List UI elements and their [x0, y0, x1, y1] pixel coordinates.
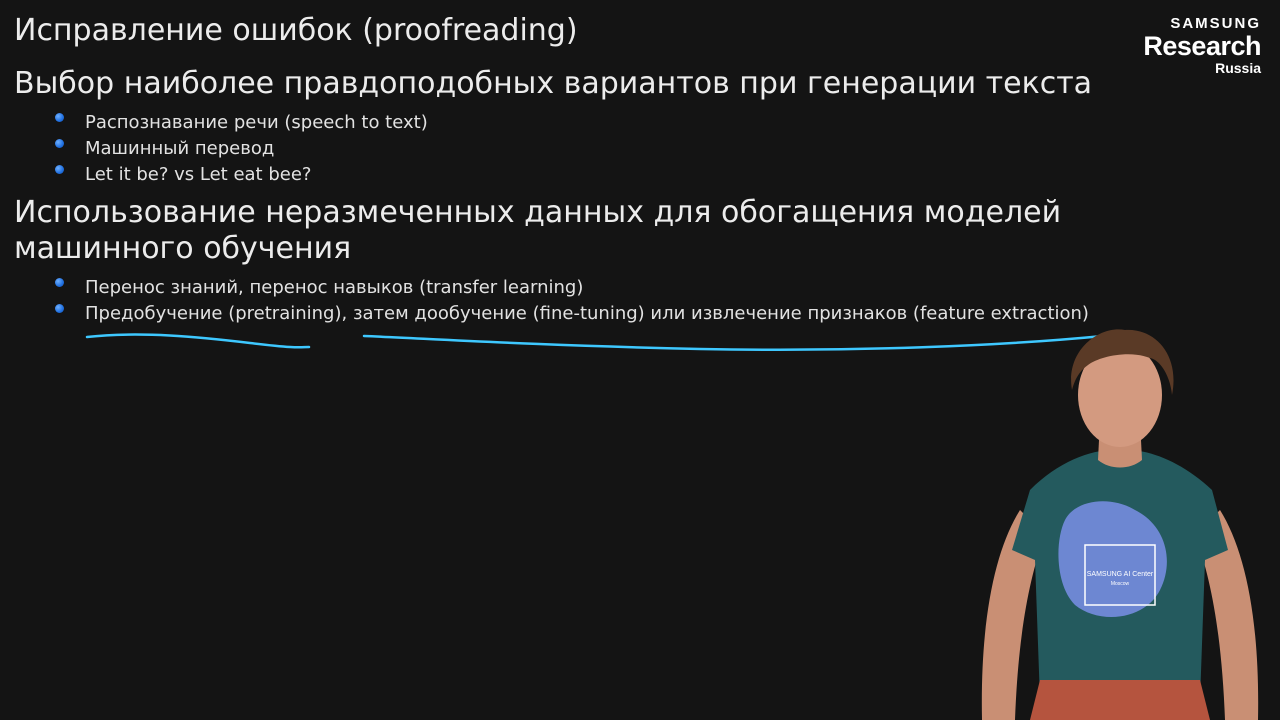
lecture-slide: Исправление ошибок (proofreading) Выбор … — [0, 0, 1280, 720]
samsung-research-logo: SAMSUNG Research Russia — [1143, 15, 1261, 76]
list-item: Let it be? vs Let eat bee? — [54, 162, 428, 188]
shirt-print-text: SAMSUNG AI Center — [1087, 571, 1154, 578]
list-item-text: Предобучение (pretraining), затем дообуч… — [85, 303, 1089, 324]
generation-bullet-list: Распознавание речи (speech to text) Маши… — [54, 110, 428, 188]
bullet-icon — [55, 304, 64, 313]
slide-heading-unlabeled-data: Использование неразмеченных данных для о… — [14, 195, 1062, 266]
presenter-figure: SAMSUNG AI Center Moscow — [981, 329, 1259, 720]
unlabeled-bullet-list: Перенос знаний, перенос навыков (transfe… — [54, 275, 1089, 327]
list-item-text: Распознавание речи (speech to text) — [85, 112, 428, 133]
list-item: Перенос знаний, перенос навыков (transfe… — [54, 275, 1089, 301]
list-item: Предобучение (pretraining), затем дообуч… — [54, 301, 1089, 327]
bullet-icon — [55, 165, 64, 174]
bullet-icon — [55, 278, 64, 287]
shirt-print-subtext: Moscow — [1111, 581, 1130, 587]
logo-sub-text: Russia — [1215, 60, 1261, 76]
list-item-text: Машинный перевод — [85, 138, 275, 159]
bullet-icon — [55, 113, 64, 122]
list-item-text: Let it be? vs Let eat bee? — [85, 164, 312, 185]
list-item: Распознавание речи (speech to text) — [54, 110, 428, 136]
slide-heading-generation: Выбор наиболее правдоподобных вариантов … — [14, 66, 1093, 101]
list-item-text: Перенос знаний, перенос навыков (transfe… — [85, 277, 584, 298]
annotation-underline-pretraining — [85, 333, 311, 349]
presenter-shorts — [1030, 680, 1210, 720]
slide-heading-proofreading: Исправление ошибок (proofreading) — [14, 13, 578, 48]
list-item: Машинный перевод — [54, 136, 428, 162]
bullet-icon — [55, 139, 64, 148]
logo-main-text: Research — [1143, 31, 1261, 61]
